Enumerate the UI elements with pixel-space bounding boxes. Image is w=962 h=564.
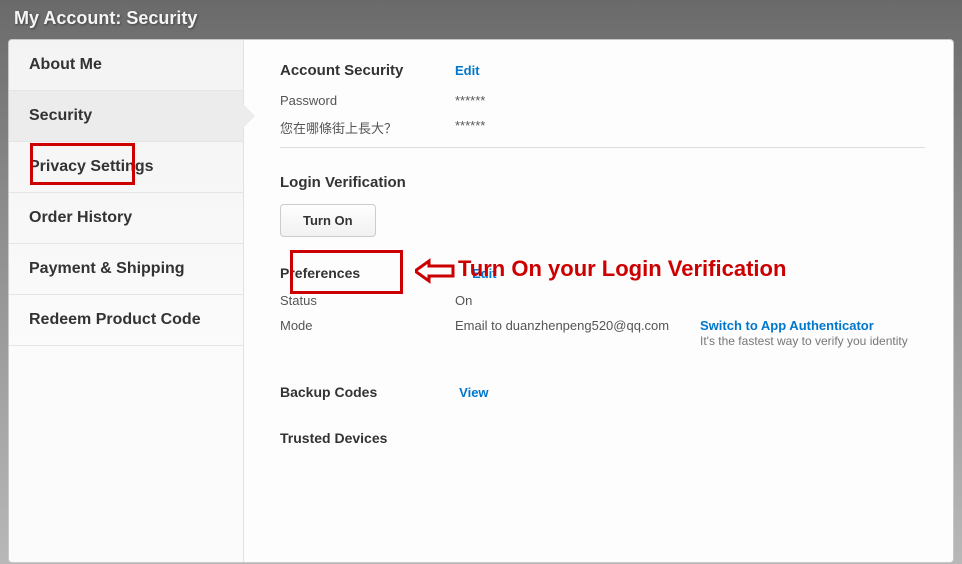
login-verification-heading: Login Verification [280,174,406,191]
divider [280,147,925,148]
security-question-label: 您在哪條街上長大？ [280,118,455,137]
page-title: My Account: Security [0,0,962,39]
sidebar-item-security[interactable]: Security [9,91,243,142]
trusted-devices-heading: Trusted Devices [280,430,925,446]
sidebar: About Me Security Privacy Settings Order… [9,40,244,562]
backup-codes-heading: Backup Codes [280,384,377,400]
sidebar-item-privacy-settings[interactable]: Privacy Settings [9,142,243,193]
preferences-heading: Preferences [280,265,360,281]
status-label: Status [280,293,455,308]
switch-authenticator-sub: It's the fastest way to verify you ident… [700,334,908,348]
main-panel: About Me Security Privacy Settings Order… [8,39,954,563]
switch-authenticator-link[interactable]: Switch to App Authenticator [700,318,925,333]
sidebar-item-payment-shipping[interactable]: Payment & Shipping [9,244,243,295]
preferences-edit-link[interactable]: Edit [472,266,497,281]
password-label: Password [280,93,455,108]
mode-value: Email to duanzhenpeng520@qq.com [455,318,700,333]
sidebar-item-order-history[interactable]: Order History [9,193,243,244]
sidebar-item-about-me[interactable]: About Me [9,40,243,91]
backup-codes-view-link[interactable]: View [459,385,488,400]
status-value: On [455,293,700,308]
password-value: ****** [455,93,925,108]
account-security-edit-link[interactable]: Edit [455,63,480,78]
turn-on-button[interactable]: Turn On [280,204,376,237]
mode-label: Mode [280,318,455,333]
security-question-value: ****** [455,118,925,137]
sidebar-item-redeem-code[interactable]: Redeem Product Code [9,295,243,346]
content-area: Account Security Edit Password ****** 您在… [244,40,953,562]
account-security-heading: Account Security [280,62,455,79]
